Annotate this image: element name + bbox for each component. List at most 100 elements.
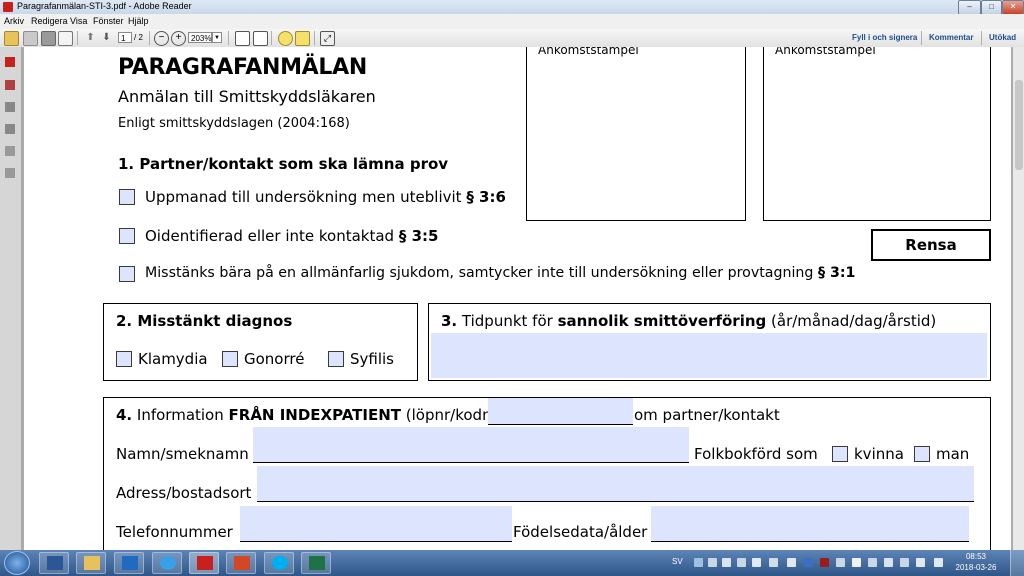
tray-volume-icon[interactable] — [934, 558, 943, 567]
section2-box: 2. Misstänkt diagnos Klamydia Gonorré Sy… — [103, 303, 418, 381]
name-label: Namn/smeknamn — [116, 445, 249, 463]
pages-icon[interactable] — [5, 57, 15, 67]
stamp-box-1: Ankomststämpel — [526, 47, 746, 221]
tray-app-icon-2[interactable] — [722, 558, 731, 567]
section4-heading-end: om partner/kontakt — [634, 406, 780, 424]
close-button[interactable]: ✕ — [1002, 0, 1024, 15]
oidentifierad-label: Oidentifierad eller inte kontaktad § 3:5 — [145, 227, 439, 245]
uteblivit-label: Uppmanad till undersökning men uteblivit… — [145, 188, 506, 206]
tray-app-icon-11[interactable] — [884, 558, 893, 567]
tray-app-icon-9[interactable] — [852, 558, 861, 567]
clock-time[interactable]: 08:53 — [950, 552, 1002, 561]
address-field[interactable] — [257, 466, 974, 502]
explorer-taskbar-icon[interactable] — [76, 552, 106, 574]
tray-app-icon-12[interactable] — [900, 558, 909, 567]
section1-heading: 1. Partner/kontakt som ska lämna prov — [118, 155, 449, 173]
extended-link[interactable]: Utökad — [989, 33, 1016, 42]
name-field[interactable] — [253, 427, 689, 463]
klamydia-checkbox[interactable] — [116, 351, 132, 367]
kvinna-label: kvinna — [854, 445, 904, 463]
show-desktop-button[interactable] — [1010, 550, 1024, 576]
email-icon[interactable] — [58, 31, 73, 46]
zoom-out-icon[interactable]: − — [154, 31, 169, 46]
zoom-in-icon[interactable]: + — [171, 31, 186, 46]
transmission-time-field[interactable] — [431, 333, 987, 378]
comment-link[interactable]: Kommentar — [929, 33, 973, 42]
uteblivit-checkbox[interactable] — [119, 189, 135, 205]
syfilis-checkbox[interactable] — [328, 351, 344, 367]
index-patient-id-field[interactable] — [488, 398, 633, 425]
phone-field[interactable] — [240, 506, 512, 542]
stamp-label-2: Ankomststämpel — [775, 47, 876, 57]
next-page-icon[interactable]: ⬇ — [100, 31, 113, 44]
tray-app-icon-4[interactable] — [752, 558, 761, 567]
tray-app-icon-8[interactable] — [836, 558, 845, 567]
tray-app-icon-1[interactable] — [708, 558, 717, 567]
menu-hjalp[interactable]: Hjälp — [128, 16, 149, 26]
input-language[interactable]: SV — [672, 557, 683, 566]
menu-redigera[interactable]: Redigera — [31, 16, 68, 26]
save-icon[interactable] — [23, 31, 38, 46]
scrollbar-thumb[interactable] — [1015, 80, 1023, 170]
excel-taskbar-icon[interactable] — [301, 552, 331, 574]
tray-app-icon-3[interactable] — [737, 558, 746, 567]
menu-bar: Arkiv Redigera Visa Fönster Hjälp — [0, 14, 1024, 29]
doc-subtitle: Anmälan till Smittskyddsläkaren — [118, 87, 376, 106]
adobe-reader-taskbar-icon[interactable] — [189, 552, 219, 574]
tray-app-icon-13[interactable] — [916, 558, 925, 567]
outlook-taskbar-icon[interactable] — [114, 552, 144, 574]
phone-label: Telefonnummer — [116, 523, 233, 541]
page-number-input[interactable]: 1 — [118, 32, 132, 43]
comment-bubble-icon[interactable] — [278, 31, 293, 46]
title-bar: Paragrafanmälan-STI-3.pdf - Adobe Reader… — [0, 0, 1024, 15]
section3-heading: 3. Tidpunkt för sannolik smittöverföring… — [441, 312, 937, 330]
menu-visa[interactable]: Visa — [70, 16, 87, 26]
menu-arkiv[interactable]: Arkiv — [4, 16, 24, 26]
tray-app-icon-7[interactable] — [820, 558, 829, 567]
stamp-box-2: Ankomststämpel — [763, 47, 991, 221]
highlight-icon[interactable] — [295, 31, 310, 46]
internet-explorer-taskbar-icon[interactable] — [152, 552, 182, 574]
section3-box: 3. Tidpunkt för sannolik smittöverföring… — [428, 303, 991, 381]
tray-bluetooth-icon[interactable] — [804, 558, 813, 567]
maximize-button[interactable]: □ — [981, 0, 1002, 15]
minimize-button[interactable]: – — [958, 0, 981, 15]
open-folder-icon[interactable] — [4, 31, 19, 46]
menu-fonster[interactable]: Fönster — [93, 16, 124, 26]
layers-icon[interactable] — [5, 124, 15, 134]
syfilis-label: Syfilis — [350, 350, 394, 368]
tray-app-icon-5[interactable] — [769, 558, 778, 567]
birth-field[interactable] — [651, 506, 969, 542]
section4-box: 4. Information FRÅN INDEXPATIENT (löpnr/… — [103, 397, 991, 550]
oidentifierad-checkbox[interactable] — [119, 228, 135, 244]
bookmarks-icon[interactable] — [5, 102, 15, 112]
fit-page-icon[interactable] — [235, 31, 250, 46]
man-checkbox[interactable] — [914, 446, 930, 462]
tray-network-icon[interactable] — [694, 558, 703, 567]
previous-page-icon[interactable]: ⬆ — [84, 31, 97, 44]
signature-icon[interactable] — [5, 168, 15, 178]
kvinna-checkbox[interactable] — [832, 446, 848, 462]
gonorre-checkbox[interactable] — [222, 351, 238, 367]
pen-icon[interactable] — [5, 146, 15, 156]
print-icon[interactable] — [41, 31, 56, 46]
window-title: Paragrafanmälan-STI-3.pdf - Adobe Reader — [17, 1, 192, 11]
skype-taskbar-icon[interactable] — [264, 552, 294, 574]
taskbar: SV 08:53 2018-03-26 — [0, 550, 1024, 576]
start-button[interactable] — [4, 551, 30, 575]
fit-width-icon[interactable] — [253, 31, 268, 46]
zoom-dropdown-chevron-icon[interactable]: ▼ — [212, 32, 222, 43]
powerpoint-taskbar-icon[interactable] — [226, 552, 256, 574]
toolbar: ⬆ ⬇ 1 / 2 − + 203% ▼ ⤢ Fyll i och signer… — [0, 29, 1024, 48]
fill-and-sign-link[interactable]: Fyll i och signera — [852, 33, 917, 42]
zoom-input[interactable]: 203% — [188, 32, 212, 43]
expand-view-icon[interactable]: ⤢ — [320, 31, 335, 46]
reset-button[interactable]: Rensa — [871, 229, 991, 261]
tray-app-icon-6[interactable] — [787, 558, 796, 567]
attachments-icon[interactable] — [5, 80, 15, 90]
word-taskbar-icon[interactable] — [39, 552, 69, 574]
clock-date[interactable]: 2018-03-26 — [950, 563, 1002, 572]
doc-law: Enligt smittskyddslagen (2004:168) — [118, 116, 350, 131]
tray-app-icon-10[interactable] — [868, 558, 877, 567]
misstanks-checkbox[interactable] — [119, 266, 135, 282]
